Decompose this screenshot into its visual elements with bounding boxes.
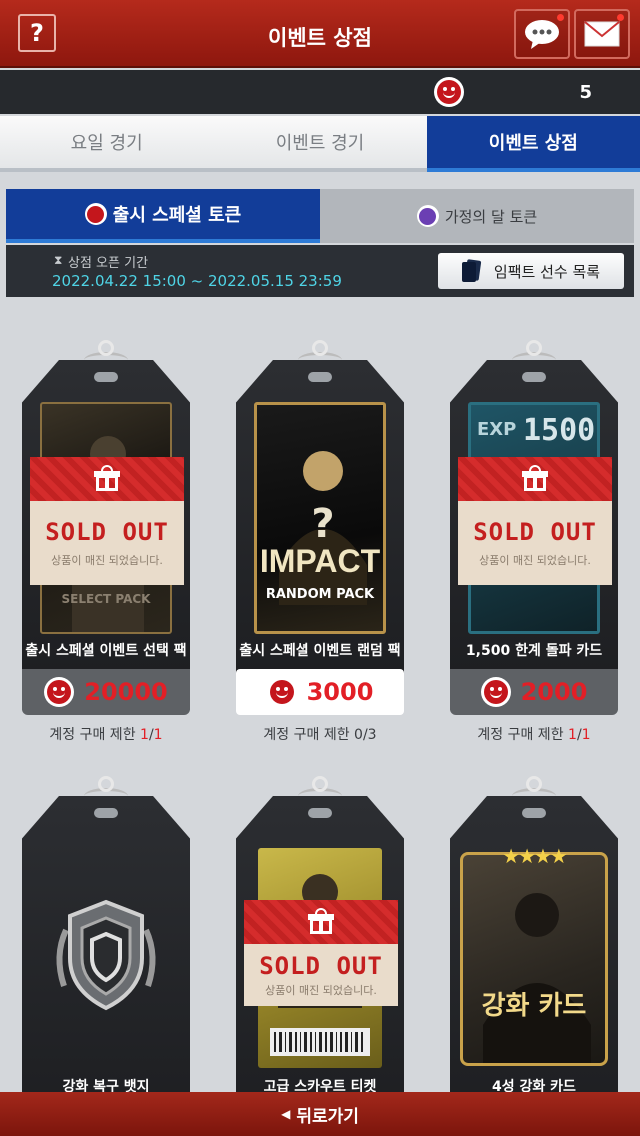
item-price: 20000 <box>84 678 168 706</box>
token-tabs: 출시 스페셜 토큰 가정의 달 토큰 <box>6 189 634 243</box>
currency-bar <box>0 70 640 114</box>
player-silhouette-icon <box>483 893 591 1063</box>
limit-max: 1 <box>153 727 163 743</box>
notification-dot <box>557 14 564 21</box>
sold-out-subtitle: 상품이 매진 되었습니다. <box>265 984 377 997</box>
purchase-limit: 계정 구매 제한 1/1 <box>49 727 163 743</box>
tag-hole <box>308 372 332 382</box>
special-token-icon <box>434 77 464 107</box>
limit-label: 계정 구매 제한 <box>49 727 136 743</box>
sold-out-overlay: SOLD OUT 상품이 매진 되었습니다. <box>458 457 612 589</box>
price-button[interactable]: 2000 <box>450 669 618 715</box>
purple-token-icon <box>416 205 439 227</box>
header-bar: ? 이벤트 상점 <box>0 0 640 68</box>
button-label: 임팩트 선수 목록 <box>493 262 601 281</box>
back-arrow-icon: ◀ <box>281 1107 291 1121</box>
special-token-icon <box>44 677 75 707</box>
item-name: 출시 스페셜 이벤트 랜덤 팩 <box>239 643 401 659</box>
exp-value: 1500 <box>523 413 596 448</box>
impact-player-list-button[interactable]: 임팩트 선수 목록 <box>438 253 624 289</box>
limit-max: 1 <box>581 727 591 743</box>
item-price: 2000 <box>520 678 588 706</box>
mail-icon <box>584 21 620 47</box>
cards-icon <box>461 260 482 282</box>
shop-period-label: 상점 오픈 기간 <box>68 256 149 271</box>
gift-icon <box>308 908 334 934</box>
shop-item[interactable]: EXP 1500 SOLD OUT 상품이 매진 되었습니다. 1,500 한계… <box>450 340 618 760</box>
pack-subtitle: RANDOM PACK <box>265 587 375 602</box>
tag-hole <box>522 808 546 818</box>
token-count: 5 <box>579 82 592 103</box>
limit-label: 계정 구매 제한 <box>477 727 564 743</box>
back-button[interactable]: ◀ 뒤로가기 <box>0 1092 640 1136</box>
chat-bubble-icon <box>525 20 559 49</box>
price-button[interactable]: 3000 <box>236 669 404 715</box>
sold-out-subtitle: 상품이 매진 되었습니다. <box>479 554 591 567</box>
shop-item[interactable]: ? IMPACT RANDOM PACK 출시 스페셜 이벤트 랜덤 팩 300… <box>236 340 404 760</box>
star-rating: ★★★★ <box>502 844 568 868</box>
impact-pack-image: ? IMPACT RANDOM PACK <box>254 402 386 634</box>
tag-hole <box>94 808 118 818</box>
gift-icon <box>94 465 120 491</box>
special-token-icon <box>266 677 297 707</box>
item-price: 3000 <box>306 678 374 706</box>
mail-button[interactable] <box>574 9 630 59</box>
pack-title: IMPACT <box>259 543 381 579</box>
shop-period-date: 2022.04.22 15:00 ~ 2022.05.15 23:59 <box>52 272 342 290</box>
notification-dot <box>617 14 624 21</box>
shop-item[interactable]: SOLD OUT 상품이 매진 되었습니다. 고급 스카우트 티켓 <box>236 776 404 1136</box>
tab-label: 출시 스페셜 토큰 <box>112 205 242 226</box>
back-label: 뒤로가기 <box>296 1106 359 1127</box>
shop-item[interactable]: SELECT PACK SOLD OUT 상품이 매진 되었습니다. 출시 스페… <box>22 340 190 760</box>
shop-item[interactable]: 강화 카드 ★★★★ 4성 강화 카드 <box>450 776 618 1136</box>
sold-out-overlay: SOLD OUT 상품이 매진 되었습니다. <box>30 457 184 589</box>
purchase-limit: 계정 구매 제한 1/1 <box>477 727 591 743</box>
exp-label: EXP <box>477 419 517 440</box>
sold-out-subtitle: 상품이 매진 되었습니다. <box>51 554 163 567</box>
sold-out-title: SOLD OUT <box>45 518 169 546</box>
gift-icon <box>522 465 548 491</box>
pack-label: SELECT PACK <box>61 592 151 606</box>
item-name: 출시 스페셜 이벤트 선택 팩 <box>25 643 187 659</box>
tab-daily-match[interactable]: 요일 경기 <box>0 116 213 168</box>
sold-out-title: SOLD OUT <box>259 952 383 980</box>
tab-event-shop[interactable]: 이벤트 상점 <box>426 116 640 172</box>
chat-button[interactable] <box>514 9 570 59</box>
item-name: 1,500 한계 돌파 카드 <box>465 643 603 659</box>
purchase-limit: 계정 구매 제한 0/3 <box>263 727 377 743</box>
tag-hole <box>522 372 546 382</box>
special-token-icon <box>480 677 511 707</box>
svg-text:?: ? <box>311 501 334 547</box>
tag-hole <box>308 808 332 818</box>
tab-launch-special-token[interactable]: 출시 스페셜 토큰 <box>6 189 320 243</box>
red-token-icon <box>84 203 107 225</box>
hourglass-icon: ⧗ <box>54 253 63 267</box>
shield-badge-icon <box>56 899 156 1011</box>
price-button[interactable]: 20000 <box>22 669 190 715</box>
main-tabs: 요일 경기 이벤트 경기 이벤트 상점 <box>0 116 640 172</box>
limit-bought: 1 <box>568 727 577 743</box>
enhance-card-image: 강화 카드 <box>460 852 608 1066</box>
sold-out-overlay: SOLD OUT 상품이 매진 되었습니다. <box>244 900 398 1032</box>
tab-family-month-token[interactable]: 가정의 달 토큰 <box>320 189 634 243</box>
shop-item[interactable]: 강화 복구 뱃지 <box>22 776 190 1136</box>
tab-event-match[interactable]: 이벤트 경기 <box>213 116 426 168</box>
tab-label: 가정의 달 토큰 <box>444 207 538 226</box>
sold-out-title: SOLD OUT <box>473 518 597 546</box>
limit-bought: 1 <box>140 727 149 743</box>
tag-hole <box>94 372 118 382</box>
card-label: 강화 카드 <box>481 991 587 1021</box>
shop-info-bar: ⧗ 상점 오픈 기간 2022.04.22 15:00 ~ 2022.05.15… <box>6 245 634 297</box>
